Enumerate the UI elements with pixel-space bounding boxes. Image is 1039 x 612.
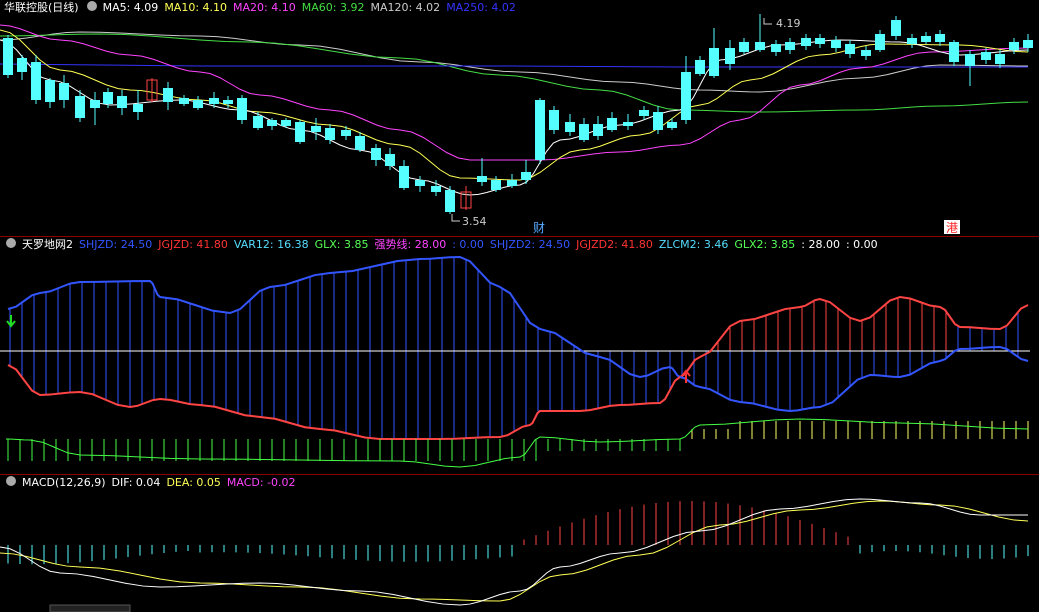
shjzd-lower-line (679, 345, 1029, 413)
candle-body (949, 42, 959, 62)
candle-body (771, 44, 781, 52)
low-price-label: 3.54 (462, 215, 487, 228)
candle-body (45, 80, 55, 102)
event-gang-marker: 港 (946, 221, 958, 235)
candle-body (311, 126, 321, 132)
candle-body (1009, 42, 1019, 50)
candle-body (981, 52, 991, 60)
candle-body (341, 130, 351, 136)
candle-body (549, 110, 559, 130)
candle-body (593, 124, 603, 136)
candle-body (755, 42, 765, 50)
candle-body (325, 128, 335, 140)
candle-body (371, 148, 381, 160)
candle-body (253, 116, 263, 128)
candle-body (875, 34, 885, 50)
candle-body (995, 54, 1005, 64)
candle-body (623, 122, 633, 126)
ma10-line (0, 29, 1029, 181)
low-pointer (451, 214, 460, 222)
candle-body (639, 110, 649, 116)
candle-body (117, 96, 127, 108)
candle-body (193, 100, 203, 108)
candle-body (431, 186, 441, 192)
high-pointer (763, 18, 772, 25)
candle-body (3, 38, 13, 75)
jgjzd-lower-line (7, 364, 691, 440)
candle-body (237, 98, 247, 120)
candle-body (295, 122, 305, 142)
candle-body (907, 38, 917, 44)
candle-body (935, 34, 945, 42)
candle-body (521, 172, 531, 180)
candle-body (223, 100, 233, 104)
candle-body (477, 176, 487, 182)
macd-chart[interactable] (0, 475, 1039, 612)
dif-line (0, 498, 1028, 606)
candle-body (861, 50, 871, 56)
macd-panel[interactable]: MACD(12,26,9) DIF: 0.04 DEA: 0.05 MACD: -0… (0, 475, 1039, 612)
candle-body (785, 42, 795, 50)
dea-line (0, 500, 1029, 602)
candle-body (355, 136, 365, 150)
buy-arrow-icon (6, 315, 16, 328)
candle-body (565, 122, 575, 132)
candle-body (103, 92, 113, 104)
ma5-line (0, 39, 1029, 196)
candle-body (921, 36, 931, 42)
candle-body (491, 180, 501, 190)
candle-body (739, 42, 749, 52)
candle-body (90, 100, 100, 108)
candle-body (607, 118, 617, 130)
candle-body (133, 104, 143, 112)
candle-body (831, 40, 841, 48)
tianluo-panel[interactable]: 天罗地网2 SHJZD: 24.50 JGJZD: 41.80 VAR12: 16.… (0, 237, 1039, 474)
candle-body (801, 38, 811, 46)
time-scrollbar (49, 604, 131, 612)
event-cai-marker: 财 (533, 221, 545, 235)
candle-body (815, 38, 825, 44)
candle-body (681, 72, 691, 120)
high-price-label: 4.19 (776, 17, 801, 30)
candle-body (17, 58, 27, 72)
candle-body (667, 122, 677, 128)
candle-body (163, 88, 173, 102)
candle-body (709, 48, 719, 76)
kline-panel[interactable]: 华联控股 (日线) MA5: 4.09 MA10: 4.10 MA20: 4.10 M… (0, 0, 1039, 236)
candle-body (415, 180, 425, 186)
kline-chart[interactable]: 4.19 3.54 财 港 (0, 0, 1039, 236)
candle-body (965, 54, 975, 66)
candle-body (281, 120, 291, 126)
candle-body (445, 190, 455, 212)
candle-body (179, 98, 189, 104)
candle-body (385, 154, 395, 166)
glx-line (5, 418, 1029, 468)
candle-body (845, 44, 855, 54)
candle-body (725, 48, 735, 64)
candle-body (579, 124, 589, 140)
candle-body (267, 120, 277, 126)
candle-body (535, 100, 545, 160)
jgjzd-line (679, 295, 1029, 378)
tianluo-chart[interactable] (0, 237, 1039, 474)
candle-body (507, 180, 517, 186)
candle-body (653, 112, 663, 130)
candle-body (399, 166, 409, 188)
candle-body (75, 96, 85, 118)
candle-body (31, 62, 41, 100)
candle-body (695, 60, 705, 74)
candle-body (1023, 40, 1033, 48)
candle-body (891, 20, 901, 36)
candle-body (59, 83, 69, 100)
shjzd-line (7, 255, 691, 379)
candle-body (209, 98, 219, 104)
